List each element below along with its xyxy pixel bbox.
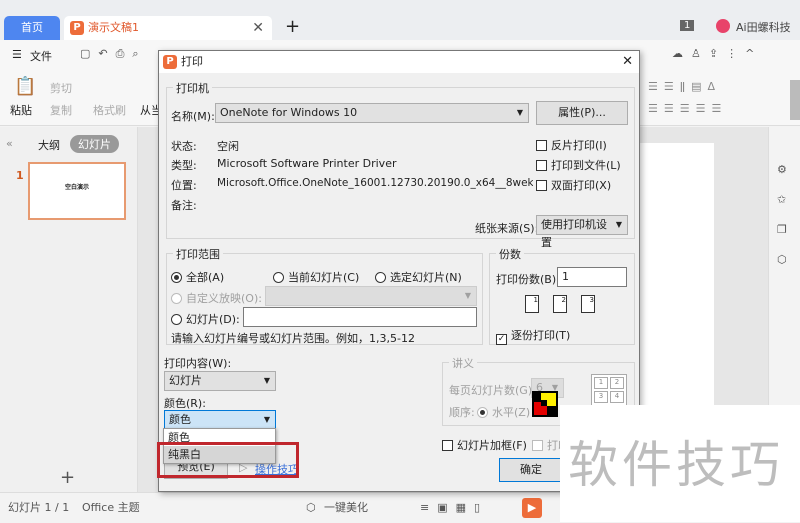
cut-button[interactable]: 剪切 bbox=[50, 80, 72, 96]
type-value: Microsoft Software Printer Driver bbox=[217, 157, 397, 170]
play-button[interactable]: ▶ bbox=[522, 498, 542, 518]
range-slides-radio[interactable]: 幻灯片(D): bbox=[171, 311, 240, 327]
slide-thumbnail[interactable]: 空白演示 bbox=[28, 162, 126, 220]
wps-icon: P bbox=[163, 55, 177, 69]
printer-legend: 打印机 bbox=[173, 80, 212, 96]
dialog-titlebar: P 打印 ✕ bbox=[159, 51, 639, 73]
tab-label: 演示文稿1 bbox=[88, 21, 139, 34]
tab-bar: 首页 P 演示文稿1 ✕ + 1 Ai田螺科技 bbox=[0, 0, 800, 40]
avatar[interactable] bbox=[716, 19, 730, 33]
status-value: 空闲 bbox=[217, 140, 239, 153]
new-tab-icon[interactable]: + bbox=[285, 16, 300, 37]
tab-home[interactable]: 首页 bbox=[4, 16, 60, 40]
type-label: 类型: bbox=[171, 159, 197, 172]
badge: 1 bbox=[680, 20, 695, 31]
print-to-file-checkbox[interactable]: 打印到文件(L) bbox=[536, 157, 621, 173]
horizontal-radio[interactable]: 水平(Z) bbox=[477, 404, 530, 420]
paragraph-tools[interactable]: ☰☰ǁ▤ᐃ bbox=[648, 80, 721, 93]
range-current-radio[interactable]: 当前幻灯片(C) bbox=[273, 269, 359, 285]
reverse-print-checkbox[interactable]: 反片打印(I) bbox=[536, 137, 607, 153]
location-value: Microsoft.Office.OneNote_16001.12730.201… bbox=[217, 177, 533, 189]
copies-label: 打印份数(B): bbox=[496, 273, 560, 286]
view-buttons[interactable]: ≡▣▦▯ bbox=[420, 493, 488, 523]
collapse-icon[interactable]: « bbox=[6, 137, 13, 150]
duplex-checkbox[interactable]: 双面打印(X) bbox=[536, 177, 611, 193]
range-legend: 打印范围 bbox=[173, 246, 223, 262]
align-tools[interactable]: ☰☰☰☰☰ bbox=[648, 102, 727, 115]
print-content-select[interactable]: 幻灯片 bbox=[164, 371, 276, 391]
collate-checkbox[interactable]: ✓ 逐份打印(T) bbox=[496, 327, 570, 345]
frame-slides-checkbox[interactable]: 幻灯片加框(F) bbox=[442, 437, 527, 453]
tab-slides[interactable]: 幻灯片 bbox=[70, 135, 119, 153]
wps-presentation-icon: P bbox=[70, 21, 84, 35]
side-tools-icons[interactable]: ⚙ ✩ ❐ ⬡ bbox=[777, 155, 793, 275]
handout-legend: 讲义 bbox=[449, 355, 477, 371]
close-tab-icon[interactable]: ✕ bbox=[252, 16, 264, 40]
ribbon-scroll[interactable] bbox=[790, 80, 800, 120]
user-name[interactable]: Ai田螺科技 bbox=[736, 19, 791, 35]
copies-legend: 份数 bbox=[496, 246, 524, 262]
range-custom-radio[interactable]: 自定义放映(O): bbox=[171, 290, 262, 306]
theme-name: Office 主题 bbox=[82, 501, 140, 514]
menu-icon[interactable]: ☰ bbox=[12, 48, 22, 61]
color-select[interactable]: 颜色 bbox=[164, 410, 276, 430]
slide-panel: « 大纲 幻灯片 1 空白演示 + bbox=[0, 127, 138, 492]
handout-layout-preview: 1234 bbox=[591, 374, 627, 406]
collate-page-icon: 3 bbox=[581, 295, 595, 313]
range-selected-radio[interactable]: 选定幻灯片(N) bbox=[375, 269, 462, 285]
location-label: 位置: bbox=[171, 179, 197, 192]
collate-page-icon: 2 bbox=[553, 295, 567, 313]
close-icon[interactable]: ✕ bbox=[622, 51, 633, 73]
dialog-title: 打印 bbox=[181, 55, 203, 68]
collate-page-icon: 1 bbox=[525, 295, 539, 313]
copies-stepper[interactable]: 1 bbox=[557, 267, 627, 287]
print-content-label: 打印内容(W): bbox=[164, 357, 232, 370]
watermark: 软件技巧 bbox=[560, 405, 800, 522]
thumb-title: 空白演示 bbox=[64, 184, 89, 191]
ok-button[interactable]: 确定 bbox=[499, 458, 563, 482]
status-label: 状态: bbox=[171, 140, 197, 153]
printer-name-label: 名称(M): bbox=[171, 110, 215, 123]
slides-input[interactable] bbox=[243, 307, 477, 327]
file-menu[interactable]: 文件 bbox=[30, 48, 52, 64]
custom-show-select[interactable] bbox=[265, 286, 477, 306]
cloud-share-icons[interactable]: ☁♙⇪⋮^ bbox=[672, 47, 762, 60]
add-slide-icon[interactable]: + bbox=[60, 467, 75, 488]
comment-label: 备注: bbox=[171, 199, 197, 212]
slide-count: 幻灯片 1 / 1 bbox=[8, 501, 70, 514]
color-mode-icon bbox=[532, 391, 558, 417]
range-all-radio[interactable]: 全部(A) bbox=[171, 269, 224, 285]
order-label: 顺序: bbox=[449, 406, 475, 419]
highlight-box bbox=[157, 442, 299, 478]
printer-select[interactable]: OneNote for Windows 10 bbox=[215, 103, 529, 123]
tab-document[interactable]: P 演示文稿1 ✕ bbox=[64, 16, 272, 40]
slide-number: 1 bbox=[16, 169, 24, 182]
watermark-text: 软件技巧 bbox=[568, 436, 784, 494]
properties-button[interactable]: 属性(P)... bbox=[536, 101, 628, 125]
copy-button[interactable]: 复制 bbox=[50, 102, 72, 118]
format-painter-button[interactable]: 格式刷 bbox=[93, 102, 126, 118]
tab-outline[interactable]: 大纲 bbox=[38, 137, 60, 153]
paste-button[interactable]: 粘贴 bbox=[10, 102, 32, 118]
paste-icon[interactable]: 📋 bbox=[14, 76, 36, 97]
quick-icons[interactable]: ▢↶⎙⌕ bbox=[80, 47, 147, 61]
range-hint: 请输入幻灯片编号或幻灯片范围。例如，1,3,5-12 bbox=[171, 332, 415, 345]
beautify-icon[interactable]: ⬡ bbox=[306, 493, 316, 523]
paper-source-label: 纸张来源(S): bbox=[475, 222, 539, 235]
paper-source-select[interactable]: 使用打印机设置 bbox=[536, 215, 628, 249]
beautify-button[interactable]: 一键美化 bbox=[324, 493, 368, 523]
per-page-label: 每页幻灯片数(G): bbox=[449, 384, 536, 397]
color-label: 颜色(R): bbox=[164, 397, 206, 410]
